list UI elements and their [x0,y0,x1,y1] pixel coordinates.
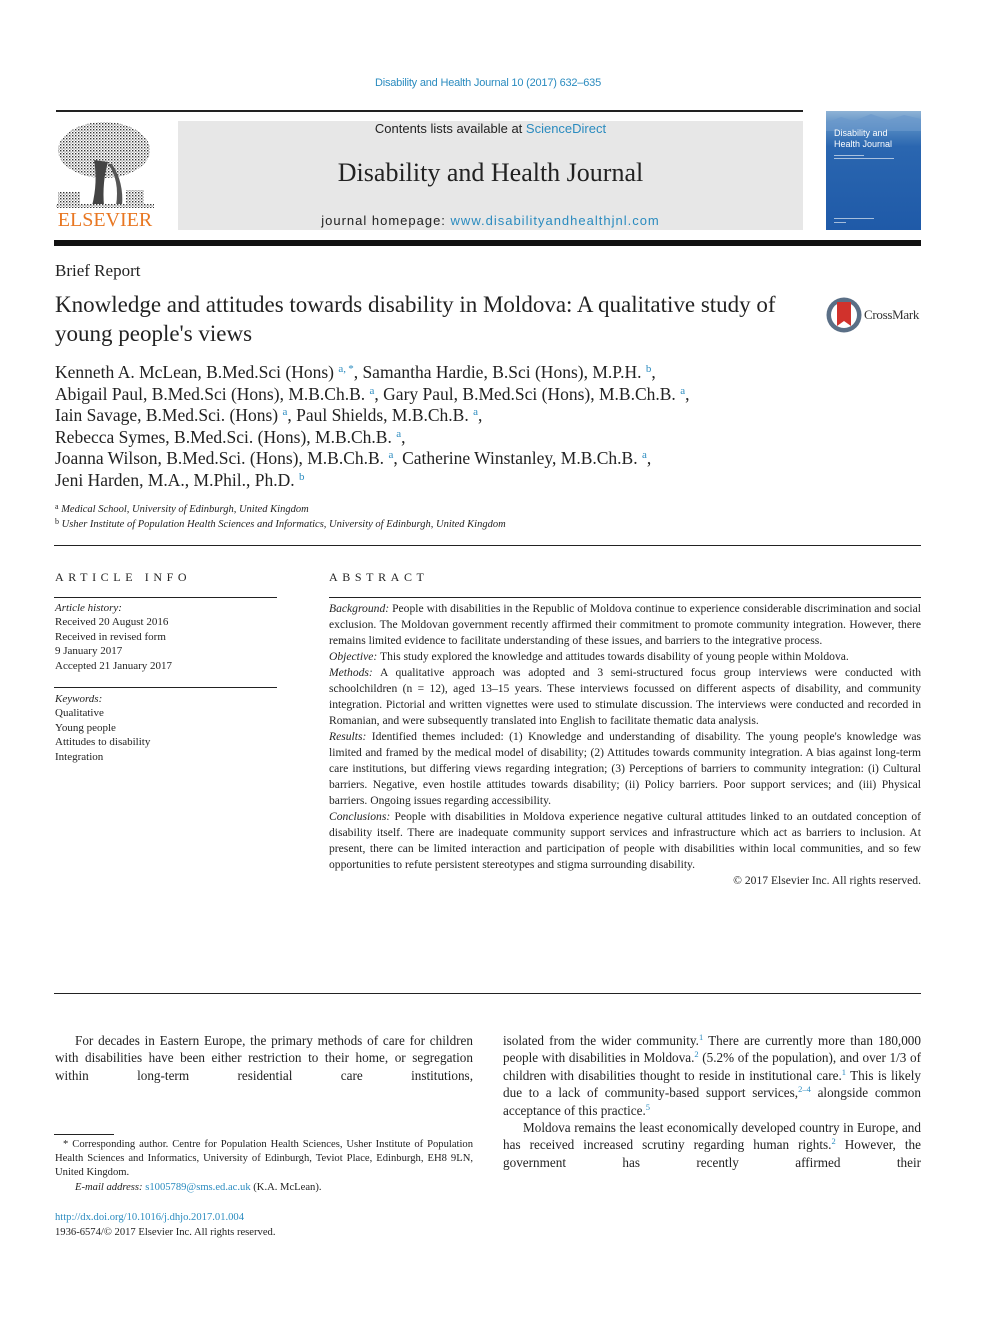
affiliation-b: b Usher Institute of Population Health S… [55,517,506,531]
author-line: Abigail Paul, B.Med.Sci (Hons), M.B.Ch.B… [55,384,925,406]
keyword-item: Young people [55,721,116,734]
article-history: Article history: Received 20 August 2016… [55,601,172,673]
doi-block: http://dx.doi.org/10.1016/j.dhjo.2017.01… [55,1210,275,1240]
affiliation-a: a Medical School, University of Edinburg… [55,502,309,516]
keyword-item: Integration [55,750,104,763]
cover-fine-line [834,158,894,159]
author-separator: , [401,426,406,447]
body-paragraph: For decades in Eastern Europe, the prima… [55,1033,473,1083]
body-column-left: For decades in Eastern Europe, the prima… [55,1032,473,1084]
cover-title: Disability and Health Journal [834,128,893,149]
author-line: Iain Savage, B.Med.Sci. (Hons) a, Paul S… [55,405,925,427]
crossmark-icon [826,297,862,333]
contents-line: Contents lists available at ScienceDirec… [178,121,803,136]
abstract-results: Results: Identified themes included: (1)… [329,730,921,807]
abstract-rule [329,597,921,598]
author-separator: , [685,383,690,404]
keyword-item: Attitudes to disability [55,736,151,749]
abstract-body: Background: People with disabilities in … [329,601,921,889]
email-link[interactable]: s1005789@sms.ed.ac.uk [145,1182,250,1193]
body-paragraph: Moldova remains the least economically d… [503,1119,921,1171]
homepage-line: journal homepage: www.disabilityandhealt… [178,213,803,228]
abstract-conclusions: Conclusions: People with disabilities in… [329,810,921,871]
section-divider [54,545,921,546]
footnote-email-line: E-mail address: s1005789@sms.ed.ac.uk (K… [75,1181,322,1193]
author-name: Catherine Winstanley, M.B.Ch.B. [402,448,642,468]
article-info-rule [54,687,277,688]
author-name: Samantha Hardie, B.Sci (Hons), M.P.H. [362,362,646,382]
keywords: Keywords: Qualitative Young people Attit… [55,692,150,764]
author-line: Jeni Harden, M.A., M.Phil., Ph.D. b [55,470,925,492]
author-name: Abigail Paul, B.Med.Sci (Hons), M.B.Ch.B… [55,383,370,404]
cover-fine-line [834,222,846,223]
footnote-text: * Corresponding author. Centre for Popul… [55,1139,473,1179]
crossmark-label: CrossMark [864,307,920,322]
elsevier-logo[interactable]: ELSEVIER [54,120,156,232]
author-name: Rebecca Symes, B.Med.Sci. (Hons), M.B.Ch… [55,426,397,447]
author-name: Iain Savage, B.Med.Sci. (Hons) [55,405,283,425]
author-separator: , [393,448,403,468]
article-type: Brief Report [55,261,141,280]
contents-prefix: Contents lists available at [374,121,526,136]
author-line: Joanna Wilson, B.Med.Sci. (Hons), M.B.Ch… [55,448,925,470]
homepage-prefix: journal homepage: [321,213,451,228]
body-column-right: isolated from the wider community.1 Ther… [503,1032,921,1171]
article-info-heading: ARTICLE INFO [55,570,192,584]
body-paragraph: isolated from the wider community.1 Ther… [503,1032,921,1119]
abstract-methods: Methods: A qualitative approach was adop… [329,666,921,727]
author-separator: , [374,383,384,404]
author-name: Paul Shields, M.B.Ch.B. [296,405,474,425]
abstract-background: Background: People with disabilities in … [329,602,921,647]
affiliation-marker[interactable]: a, * [338,363,353,375]
elsevier-tree-icon [56,122,154,208]
abstract-bottom-rule [54,993,921,994]
author-separator: , [287,405,297,425]
sciencedirect-link[interactable]: ScienceDirect [526,121,606,136]
article-history-label: Article history: [55,602,122,614]
author-name: Kenneth A. McLean, B.Med.Sci (Hons) [55,362,339,382]
journal-cover-thumbnail[interactable]: Disability and Health Journal [826,111,921,230]
journal-homepage-link[interactable]: www.disabilityandhealthjnl.com [451,213,660,228]
cover-fine-line [834,218,874,219]
author-list: Kenneth A. McLean, B.Med.Sci (Hons) a, *… [55,362,925,491]
footnote-rule [54,1134,114,1135]
keyword-item: Qualitative [55,707,104,720]
author-name: Jeni Harden, M.A., M.Phil., Ph.D. [55,469,300,490]
journal-citation-link[interactable]: Disability and Health Journal 10 (2017) … [0,77,976,89]
crossmark-badge[interactable]: CrossMark [825,296,925,336]
citation-ref-link[interactable]: 2–4 [798,1084,811,1094]
header-thick-rule [54,240,921,246]
author-separator: , [651,362,656,382]
issn-line: 1936-6574/© 2017 Elsevier Inc. All right… [55,1227,276,1238]
citation-ref-link[interactable]: 5 [646,1102,650,1112]
article-title: Knowledge and attitudes towards disabili… [55,292,776,346]
elsevier-wordmark: ELSEVIER [57,209,153,231]
author-name: Joanna Wilson, B.Med.Sci. (Hons), M.B.Ch… [55,448,389,468]
article-info-rule [54,597,277,598]
abstract-heading: ABSTRACT [329,570,429,584]
author-separator: , [646,448,652,468]
header-top-rule [56,110,803,112]
abstract-objective: Objective: This study explored the knowl… [329,650,849,663]
journal-masthead: Contents lists available at ScienceDirec… [178,121,803,230]
cover-fine-line [834,155,864,156]
keywords-label: Keywords: [55,693,103,705]
journal-name: Disability and Health Journal [337,158,644,187]
affiliation-marker[interactable]: b [299,471,305,483]
author-name: Gary Paul, B.Med.Sci (Hons), M.B.Ch.B. [383,383,681,404]
corresponding-author-footnote: * Corresponding author. Centre for Popul… [55,1138,473,1195]
history-item: Received 20 August 2016 [55,616,169,629]
history-item: Accepted 21 January 2017 [55,659,172,672]
history-item: 9 January 2017 [55,645,123,658]
author-line: Kenneth A. McLean, B.Med.Sci (Hons) a, *… [55,362,925,384]
doi-link[interactable]: http://dx.doi.org/10.1016/j.dhjo.2017.01… [55,1212,244,1223]
history-item: Received in revised form [55,630,166,643]
author-line: Rebecca Symes, B.Med.Sci. (Hons), M.B.Ch… [55,427,925,449]
body-text-run: isolated from the wider community. [503,1033,699,1048]
affiliations: a Medical School, University of Edinburg… [55,502,506,532]
abstract-copyright: © 2017 Elsevier Inc. All rights reserved… [733,874,921,887]
author-separator: , [477,405,483,425]
